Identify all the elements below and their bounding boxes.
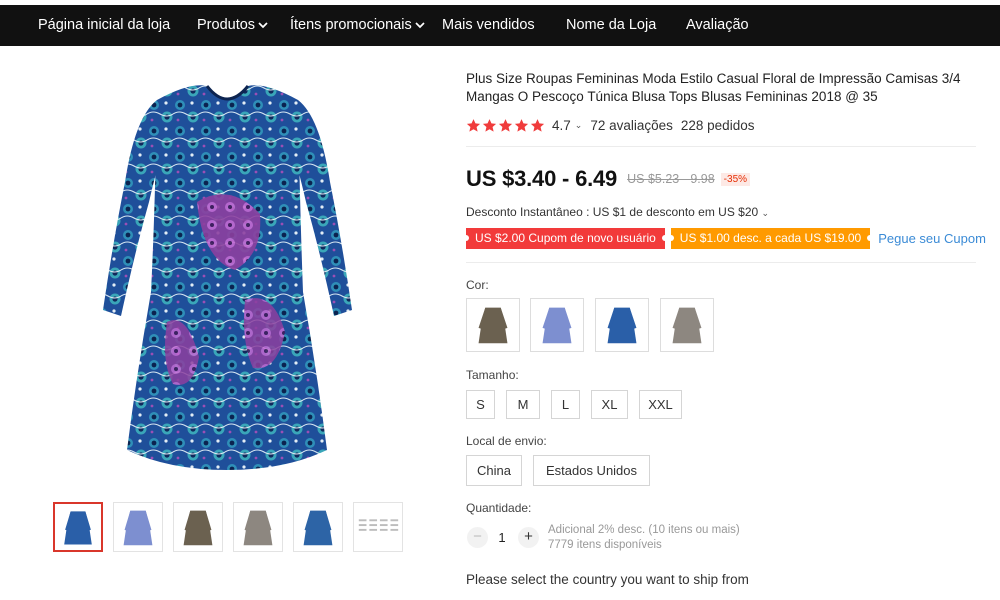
original-price: US $5.23 - 9.98 <box>627 172 715 186</box>
nav-best-sellers[interactable]: Mais vendidos <box>442 5 535 46</box>
divider <box>466 146 976 147</box>
thumbnail-6[interactable] <box>353 502 403 552</box>
divider <box>466 262 976 263</box>
thumbnail-1[interactable] <box>53 502 103 552</box>
dress-swatch-image <box>672 307 702 344</box>
ship-from-label: Local de envio: <box>466 434 547 448</box>
orders-count: 228 pedidos <box>680 117 755 133</box>
nav-store-name-label: Nome da Loja <box>566 17 657 33</box>
color-swatch-2[interactable] <box>530 298 584 352</box>
dress-thumbnail-image <box>243 510 273 546</box>
star-icon <box>514 118 529 132</box>
nav-reviews-label: Avaliação <box>686 17 749 33</box>
ship-from-china[interactable]: China <box>466 455 522 486</box>
store-coupon[interactable]: US $1.00 desc. a cada US $19.00 <box>667 228 874 249</box>
instant-discount[interactable]: Desconto Instantâneo : US $1 de desconto… <box>466 205 769 219</box>
star-icon <box>482 118 497 132</box>
size-option-s[interactable]: S <box>466 390 495 419</box>
nav-best-sellers-label: Mais vendidos <box>442 17 535 33</box>
dress-swatch-image <box>607 307 637 344</box>
nav-promotions-label: Ítens promocionais <box>290 17 412 33</box>
color-swatch-1[interactable] <box>466 298 520 352</box>
chevron-down-icon <box>258 5 268 46</box>
dress-swatch-image <box>542 307 572 344</box>
nav-reviews[interactable]: Avaliação <box>686 5 749 46</box>
size-option-xl[interactable]: XL <box>591 390 628 419</box>
color-label: Cor: <box>466 278 489 292</box>
thumbnail-5[interactable] <box>293 502 343 552</box>
nav-products-label: Produtos <box>197 17 256 33</box>
ship-country-prompt: Please select the country you want to sh… <box>466 572 749 587</box>
price-range: US $3.40 - 6.49 <box>466 166 618 191</box>
nav-promotions[interactable]: Ítens promocionais <box>290 5 425 46</box>
size-option-l[interactable]: L <box>551 390 580 419</box>
nav-store-home-label: Página inicial da loja <box>38 17 171 33</box>
quantity-label: Quantidade: <box>466 501 532 515</box>
color-swatch-3[interactable] <box>595 298 649 352</box>
bulk-discount-note: Adicional 2% desc. (10 itens ou mais) <box>548 524 740 536</box>
color-swatch-4[interactable] <box>660 298 714 352</box>
dress-thumbnail-image <box>303 510 333 546</box>
star-icon <box>498 118 513 132</box>
thumbnail-4[interactable] <box>233 502 283 552</box>
coupon-row: US $2.00 Cupom de novo usuário US $1.00 … <box>463 228 986 249</box>
quantity-increase-button[interactable]: + <box>518 527 539 548</box>
stock-available: 7779 itens disponíveis <box>548 539 662 551</box>
dress-thumbnail-image <box>183 510 213 546</box>
discount-badge: -35% <box>720 172 751 186</box>
nav-products[interactable]: Produtos <box>197 5 268 46</box>
dress-thumbnail-image <box>123 510 153 546</box>
size-option-xxl[interactable]: XXL <box>639 390 682 419</box>
rating-row: 4.7 ⌄ 72 avaliações 228 pedidos <box>466 116 754 134</box>
size-option-m[interactable]: M <box>506 390 540 419</box>
new-user-coupon[interactable]: US $2.00 Cupom de novo usuário <box>463 228 668 249</box>
chevron-down-icon <box>415 5 425 46</box>
ship-from-united-states[interactable]: Estados Unidos <box>533 455 650 486</box>
chevron-down-icon: ⌄ <box>761 208 770 218</box>
dress-thumbnail-image <box>64 511 92 545</box>
product-main-image[interactable] <box>95 72 360 477</box>
chevron-down-icon[interactable]: ⌄ <box>575 120 583 131</box>
reviews-count[interactable]: 72 avaliações <box>590 118 673 133</box>
dress-swatch-image <box>478 307 508 344</box>
thumbnail-3[interactable] <box>173 502 223 552</box>
nav-store-home[interactable]: Página inicial da loja <box>38 5 170 46</box>
instant-discount-text: Desconto Instantâneo : US $1 de desconto… <box>466 205 759 219</box>
rating-value[interactable]: 4.7 <box>552 118 571 133</box>
store-nav-bar: Página inicial da loja Produtos Ítens pr… <box>0 5 1000 46</box>
quantity-value[interactable]: 1 <box>490 527 514 548</box>
nav-store-name[interactable]: Nome da Loja <box>566 5 656 46</box>
thumbnail-2[interactable] <box>113 502 163 552</box>
quantity-decrease-button[interactable]: − <box>467 527 488 548</box>
product-title: Plus Size Roupas Femininas Moda Estilo C… <box>466 71 961 104</box>
star-icon <box>530 118 545 132</box>
rating-stars <box>466 118 545 133</box>
star-icon <box>466 118 481 132</box>
size-chart-thumbnail-image <box>358 519 399 531</box>
get-coupon-link[interactable]: Pegue seu Cupom <box>878 231 986 246</box>
size-label: Tamanho: <box>466 368 519 382</box>
price-row: US $3.40 - 6.49 US $5.23 - 9.98 -35% <box>466 165 751 193</box>
